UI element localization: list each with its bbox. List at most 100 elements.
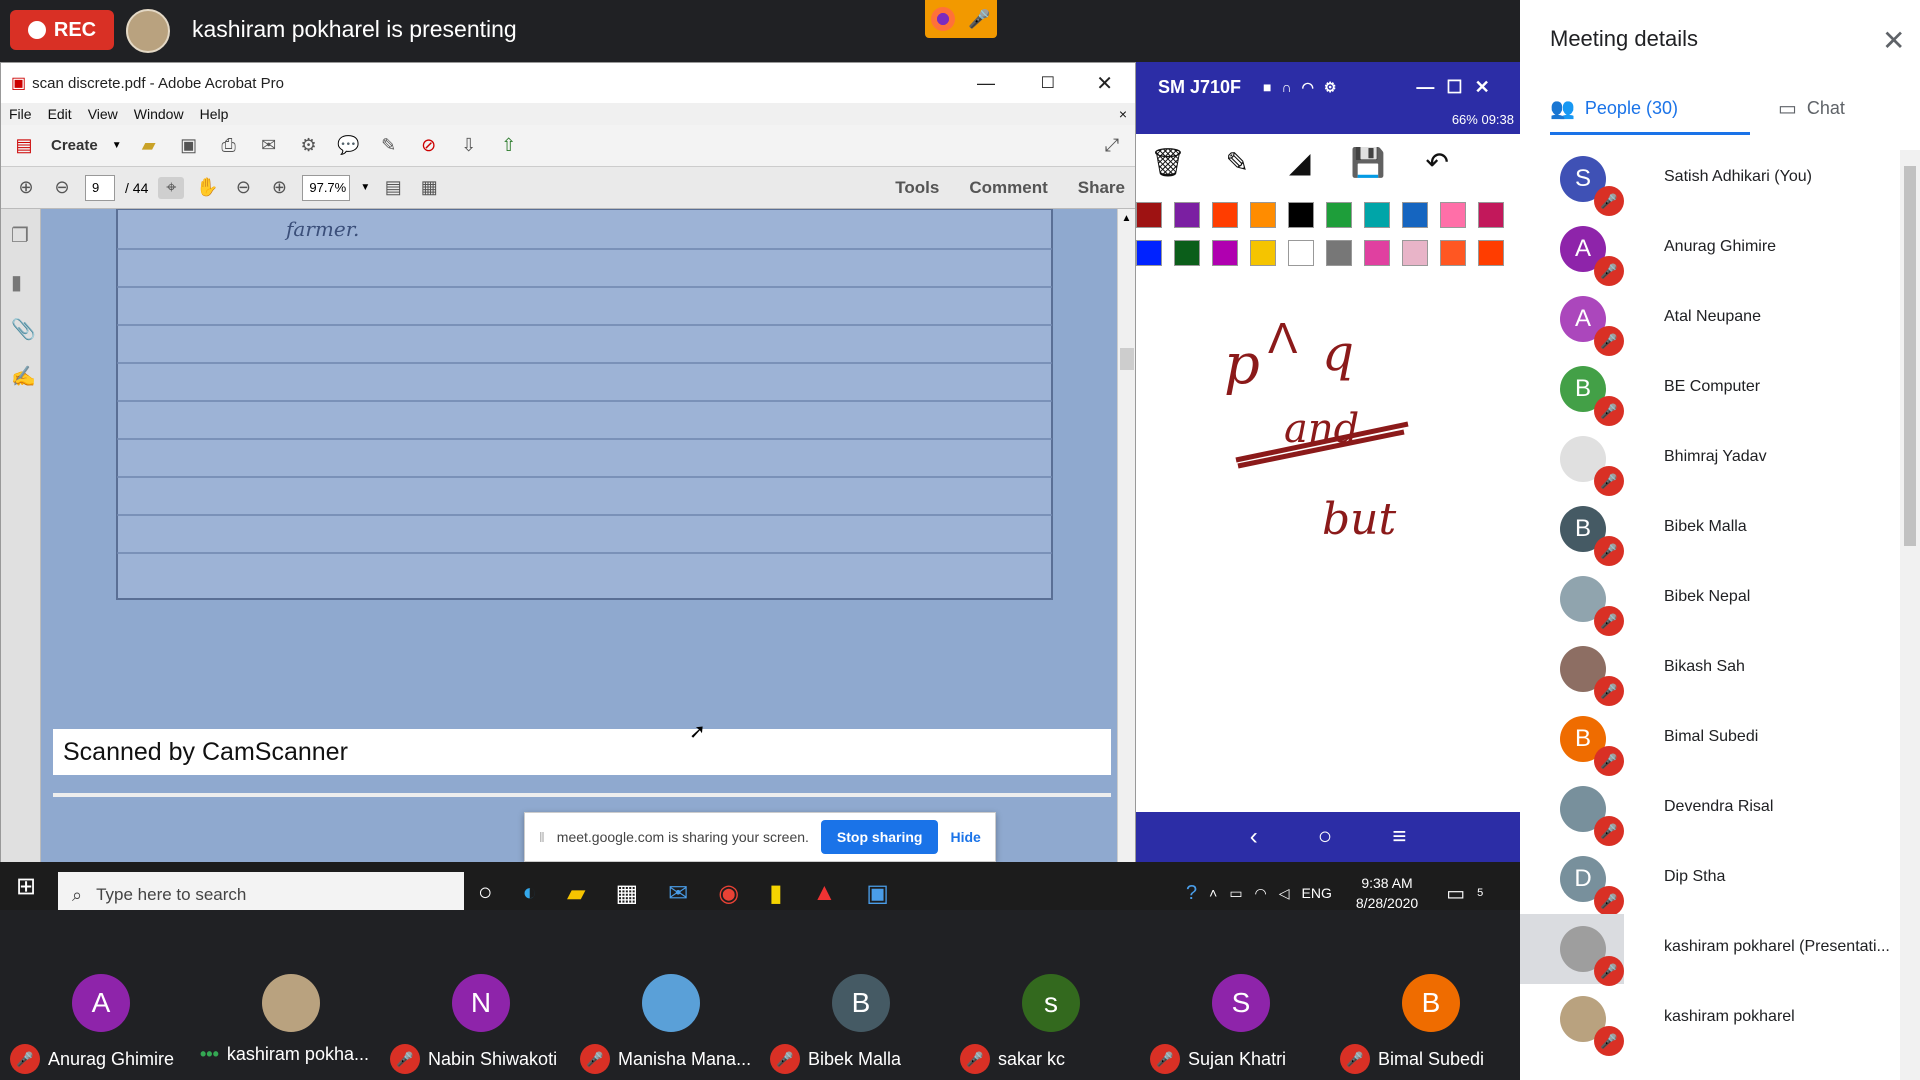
people-list-item[interactable]: B 🎤 Bimal Subedi	[1520, 704, 1900, 776]
eraser-icon[interactable]: ◢	[1289, 146, 1311, 179]
pdf-page-view[interactable]: farmer. Scanned by CamScanner ➚	[41, 208, 1117, 863]
next-page-icon[interactable]: ⊖	[49, 177, 75, 199]
color-swatch[interactable]	[1288, 240, 1314, 266]
scroll-thumb[interactable]	[1119, 348, 1134, 370]
zoom-in-icon[interactable]: ⊕	[266, 177, 292, 199]
color-swatch[interactable]	[1212, 202, 1238, 228]
color-swatch[interactable]	[1250, 202, 1276, 228]
people-list-item[interactable]: A 🎤 Anurag Ghimire	[1520, 214, 1900, 286]
zoom-input[interactable]: 97.7%	[302, 174, 351, 201]
settings-icon[interactable]: ⚙	[1324, 79, 1337, 96]
signatures-icon[interactable]: ✍	[11, 364, 36, 389]
notification-icon[interactable]: ▭	[1446, 881, 1465, 906]
fit-width-icon[interactable]: ▦	[416, 177, 442, 199]
volume-icon[interactable]: ◁	[1279, 885, 1290, 902]
save-icon[interactable]: 💾	[1351, 146, 1386, 179]
close-icon[interactable]: ✕	[1475, 77, 1490, 98]
color-swatch[interactable]	[1212, 240, 1238, 266]
drag-handle-icon[interactable]: ‖	[539, 829, 545, 845]
network-icon[interactable]: ◠	[1255, 885, 1267, 902]
tab-chat[interactable]: ▭ Chat	[1778, 96, 1845, 121]
color-swatch[interactable]	[1174, 240, 1200, 266]
menu-view[interactable]: View	[88, 106, 118, 122]
store-icon[interactable]: ▦	[615, 879, 638, 908]
participant-tile[interactable]: N 🎤 Nabin Shiwakoti	[380, 910, 570, 1080]
chevron-up-icon[interactable]: ˄	[1209, 885, 1217, 901]
drawing-canvas[interactable]: p Λ q and but	[1136, 272, 1520, 812]
app-icon[interactable]: ▣	[866, 879, 889, 908]
fit-page-icon[interactable]: ▤	[380, 177, 406, 199]
redact-icon[interactable]: ⊘	[416, 135, 442, 157]
zoom-out-icon[interactable]: ⊖	[230, 177, 256, 199]
email-icon[interactable]: ✉	[256, 135, 282, 157]
attachments-icon[interactable]: 📎	[11, 317, 36, 342]
open-folder-icon[interactable]: ▰	[136, 135, 162, 157]
people-list-item[interactable]: 🎤 Bikash Sah	[1520, 634, 1900, 706]
pdf-scrollbar[interactable]: ▲	[1117, 209, 1135, 863]
comment-pane-button[interactable]: Comment	[969, 178, 1047, 198]
create-button[interactable]: Create	[51, 137, 98, 154]
acrobat-icon[interactable]: ▲	[812, 879, 836, 907]
people-list-item[interactable]: 🎤 Bhimraj Yadav	[1520, 424, 1900, 496]
participant-tile[interactable]: 🎤 Manisha Mana...	[570, 910, 760, 1080]
stop-sharing-button[interactable]: Stop sharing	[820, 820, 939, 854]
scroll-up-icon[interactable]: ▲	[1118, 213, 1135, 224]
color-swatch[interactable]	[1326, 240, 1352, 266]
headphones-icon[interactable]: ∩	[1282, 79, 1292, 95]
home-icon[interactable]: ○	[1318, 823, 1333, 851]
dropdown-arrow-icon[interactable]: ▼	[112, 140, 122, 151]
tools-pane-button[interactable]: Tools	[895, 178, 939, 198]
recents-icon[interactable]: ≡	[1392, 823, 1406, 851]
participant-tile[interactable]: S 🎤 Sujan Khatri	[1140, 910, 1330, 1080]
print-icon[interactable]: ⎙	[216, 135, 242, 157]
sticky-notes-icon[interactable]: ▮	[769, 879, 782, 908]
share-pane-button[interactable]: Share	[1078, 178, 1125, 198]
battery-icon[interactable]: ▭	[1229, 885, 1242, 902]
sign-icon[interactable]: ✎	[376, 135, 402, 157]
participant-tile[interactable]: A 🎤 Anurag Ghimire	[0, 910, 190, 1080]
participant-tile[interactable]: s 🎤 sakar kc	[950, 910, 1140, 1080]
participant-tile[interactable]: B 🎤 Bimal Subedi	[1330, 910, 1520, 1080]
color-swatch[interactable]	[1478, 240, 1504, 266]
page-number-input[interactable]: 9	[85, 174, 115, 201]
windows-start-icon[interactable]: ⊞	[16, 872, 36, 901]
undo-icon[interactable]: ↶	[1425, 146, 1448, 179]
color-swatch[interactable]	[1250, 240, 1276, 266]
camera-icon[interactable]: ■	[1263, 79, 1271, 95]
pages-panel-icon[interactable]: ❐	[11, 223, 30, 248]
bookmarks-icon[interactable]: ▮	[11, 270, 30, 295]
participant-tile[interactable]: ••• kashiram pokha...	[190, 910, 380, 1080]
panel-scroll-thumb[interactable]	[1904, 166, 1916, 546]
color-swatch[interactable]	[1326, 202, 1352, 228]
menu-edit[interactable]: Edit	[48, 106, 72, 122]
color-swatch[interactable]	[1440, 202, 1466, 228]
maximize-icon[interactable]: ☐	[1446, 77, 1462, 98]
select-tool-icon[interactable]: ⌖	[158, 176, 185, 199]
people-list-item[interactable]: S 🎤 Satish Adhikari (You)	[1520, 144, 1900, 216]
cortana-icon[interactable]: ○	[478, 879, 493, 907]
save-icon[interactable]: ▣	[176, 135, 202, 157]
help-icon[interactable]: ?	[1186, 882, 1197, 905]
language-indicator[interactable]: ENG	[1302, 885, 1332, 901]
close-icon[interactable]: ✕	[1096, 71, 1113, 96]
minimize-icon[interactable]: —	[977, 73, 995, 94]
zoom-dropdown-icon[interactable]: ▼	[360, 182, 370, 193]
close-doc-icon[interactable]: ×	[1119, 106, 1127, 122]
export-icon[interactable]: ⇩	[456, 135, 482, 157]
tab-people[interactable]: 👥 People (30)	[1550, 96, 1678, 121]
color-swatch[interactable]	[1402, 202, 1428, 228]
pen-icon[interactable]: ✎	[1226, 146, 1249, 179]
people-list-item[interactable]: 🎤 kashiram pokharel (Presentati...	[1520, 914, 1900, 986]
back-icon[interactable]: ‹	[1250, 823, 1258, 851]
people-list-item[interactable]: B 🎤 BE Computer	[1520, 354, 1900, 426]
prev-page-icon[interactable]: ⊕	[13, 177, 39, 199]
color-swatch[interactable]	[1440, 240, 1466, 266]
people-list-item[interactable]: A 🎤 Atal Neupane	[1520, 284, 1900, 356]
maximize-icon[interactable]: ☐	[1041, 73, 1055, 93]
people-list-item[interactable]: 🎤 Bibek Nepal	[1520, 564, 1900, 636]
hide-button[interactable]: Hide	[950, 829, 980, 845]
wifi-icon[interactable]: ◠	[1302, 79, 1314, 96]
chrome-icon[interactable]: ◉	[718, 879, 739, 908]
hand-tool-icon[interactable]: ✋	[194, 177, 220, 199]
people-list-item[interactable]: B 🎤 Bibek Malla	[1520, 494, 1900, 566]
